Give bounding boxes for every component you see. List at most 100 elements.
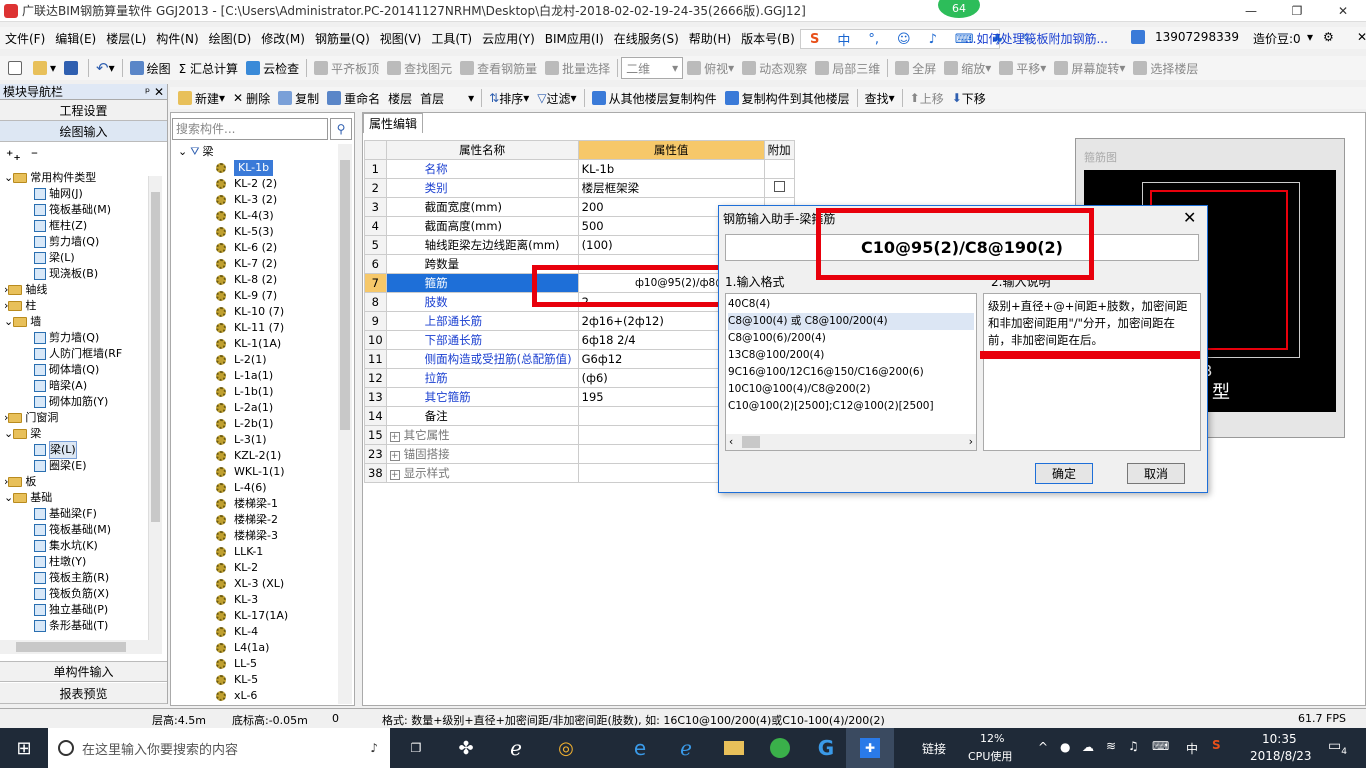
list-item[interactable]: 10C10@100(4)/C8@200(2) [728,381,974,398]
tree-node[interactable]: 梁(L) [4,250,167,266]
tree-node[interactable]: › 板 [4,474,167,490]
tree-node[interactable]: › 门窗洞 [4,410,167,426]
copy-from-other-floor-button[interactable]: 从其他楼层复制构件 [588,87,721,109]
tree-node[interactable]: 轴网(J) [4,186,167,202]
menu-help[interactable]: 帮助(H) [684,30,736,47]
component-item[interactable]: 楼梯梁-1 [178,496,338,512]
tray-person-icon[interactable]: ● [1060,740,1070,754]
wifi-icon[interactable]: ≋ [1106,739,1116,753]
tree-node[interactable]: 暗梁(A) [4,378,167,394]
menu-bim[interactable]: BIM应用(I) [540,30,609,47]
taskbar-search[interactable]: 在这里输入你要搜索的内容 ♪ [48,728,390,768]
list-item[interactable]: C8@100(6)/200(4) [728,330,974,347]
emoji-icon[interactable]: ☺ [892,32,916,47]
notice-link[interactable]: ...如何处理筏板附加钢筋... [960,30,1120,47]
expand-icon[interactable]: + [389,470,400,480]
tree-node[interactable]: ⌄ 基础 [4,490,167,506]
menu-tools[interactable]: 工具(T) [426,30,477,47]
component-item[interactable]: KL-4 [178,624,338,640]
save-button[interactable] [60,57,85,79]
scroll-right-icon[interactable]: › [969,434,973,451]
component-item[interactable]: WKL-1(1) [178,464,338,480]
menu-modify[interactable]: 修改(M) [256,30,310,47]
tree-node[interactable]: ⌄ 常用构件类型 [4,170,167,186]
move-up-button[interactable]: ⬆ 上移 [906,87,948,109]
clock-date[interactable]: 2018/8/23 [1250,749,1312,763]
cloud-check-button[interactable]: 云检查 [242,57,303,79]
tree-node[interactable]: 砌体墙(Q) [4,362,167,378]
menu-rebar[interactable]: 钢筋量(Q) [310,30,375,47]
list-item[interactable]: 9C16@100/12C16@150/C16@200(6) [728,364,974,381]
mic-icon[interactable]: ♪ [370,741,378,755]
component-item[interactable]: 楼梯梁-2 [178,512,338,528]
component-item[interactable]: KL-1(1A) [178,336,338,352]
cancel-button[interactable]: 取消 [1127,463,1185,484]
draw-input-button[interactable]: 绘图输入 [0,121,167,142]
mic-icon[interactable]: ♪ [924,32,942,47]
zoom-button[interactable]: 缩放 ▾ [940,57,995,79]
tree-node[interactable]: › 轴线 [4,282,167,298]
component-root[interactable]: ⌄ ⛛ 梁 [178,144,338,160]
list-item-selected[interactable]: C8@100(4) 或 C8@100/200(4) [728,313,974,330]
menu-close-icon[interactable]: ✕ [1352,30,1366,44]
tree-node[interactable]: 筏板基础(M) [4,522,167,538]
dynamic-view-button[interactable]: 动态观察 [738,57,811,79]
tree-node[interactable]: 砌体加筋(Y) [4,394,167,410]
menu-view[interactable]: 视图(V) [375,30,427,47]
sort-button[interactable]: ⇅ 排序 ▾ [485,87,533,109]
view-rebar-button[interactable]: 查看钢筋量 [456,57,541,79]
tree-node[interactable]: 框柱(Z) [4,218,167,234]
tree-node[interactable]: ⌄ 墙 [4,314,167,330]
expand-icon[interactable]: + [389,432,400,442]
menu-edit[interactable]: 编辑(E) [50,30,101,47]
component-item[interactable]: KL-10 (7) [178,304,338,320]
project-settings-button[interactable]: 工程设置 [0,100,167,121]
close-button[interactable]: ✕ [1320,0,1366,22]
sogou-icon[interactable]: S [805,32,824,47]
tree-node[interactable]: 圈梁(E) [4,458,167,474]
component-search-input[interactable]: 搜索构件... [172,118,328,140]
taskbar-app-chat[interactable]: ◎ [542,728,590,768]
menu-floor[interactable]: 楼层(L) [101,30,151,47]
menu-component[interactable]: 构件(N) [151,30,203,47]
taskbar-app-ie[interactable]: ℯ [492,728,540,768]
minimize-button[interactable]: — [1228,0,1274,22]
undo-button[interactable]: ↶ ▾ [92,57,119,79]
new-file-button[interactable] [4,57,29,79]
taskbar-app-edge[interactable]: e [616,728,664,768]
component-item[interactable]: KL-9 (7) [178,288,338,304]
table-row[interactable]: 1 名称 KL-1b [364,159,795,179]
dialog-close-icon[interactable]: ✕ [1183,208,1196,227]
component-item[interactable]: L4(1a) [178,640,338,656]
component-item[interactable]: KL-3 (2) [178,192,338,208]
component-item[interactable]: KZL-2(1) [178,448,338,464]
tree-node[interactable]: ⌄ 梁 [4,426,167,442]
component-item[interactable]: L-3(1) [178,432,338,448]
new-component-button[interactable]: 新建 ▾ [174,87,229,109]
tree-node[interactable]: 基础梁(F) [4,506,167,522]
chevron-down-icon[interactable]: ▾ [1302,30,1318,44]
rename-component-button[interactable]: 重命名 [323,87,384,109]
ime-indicator[interactable]: 中 [1186,740,1198,757]
maximize-button[interactable]: ❐ [1274,0,1320,22]
clock-time[interactable]: 10:35 [1262,732,1297,746]
component-item[interactable]: L-1a(1) [178,368,338,384]
checkbox[interactable] [773,181,785,192]
component-list-scrollbar[interactable] [338,144,352,704]
taskbar-app-glodon[interactable]: G [802,728,850,768]
component-item[interactable]: KL-11 (7) [178,320,338,336]
tree-hscrollbar[interactable] [0,640,162,654]
list-item[interactable]: 40C8(4) [728,296,974,313]
expand-icon[interactable]: + [389,451,400,461]
format-list[interactable]: 40C8(4) C8@100(4) 或 C8@100/200(4) C8@100… [725,293,977,451]
local-3d-button[interactable]: 局部三维 [811,57,884,79]
punct-icon[interactable]: °, [863,32,884,47]
filter-button[interactable]: ▽ 过滤 ▾ [533,87,580,109]
menu-file[interactable]: 文件(F) [0,30,50,47]
component-item[interactable]: XL-3 (XL) [178,576,338,592]
component-item[interactable]: LL-5 [178,656,338,672]
taskbar-app-fan[interactable]: ✤ [442,728,490,768]
ok-button[interactable]: 确定 [1035,463,1093,484]
component-item[interactable]: KL-17(1A) [178,608,338,624]
view-2d-select[interactable]: 二维 ▾ [621,57,684,79]
